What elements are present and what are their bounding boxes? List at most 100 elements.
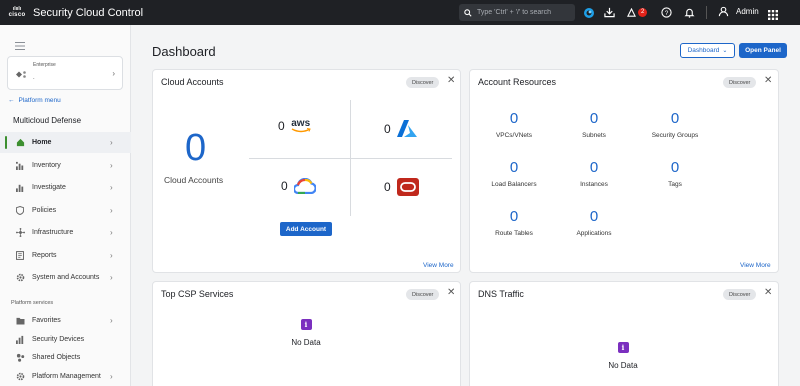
resource-stat-load-balancers[interactable]: 0 Load Balancers (474, 159, 554, 188)
nav-item-infrastructure[interactable]: Infrastructure › (0, 222, 131, 243)
chevron-right-icon: › (110, 138, 113, 147)
help-icon[interactable]: ? (661, 5, 672, 20)
cisco-logo[interactable]: ılıılı cisco (7, 7, 27, 19)
resource-stat-security-groups[interactable]: 0 Security Groups (635, 110, 715, 139)
tenant-selector[interactable]: Enterprise . › (7, 56, 123, 90)
chevron-right-icon: › (110, 372, 113, 381)
dashboard-dropdown-label: Dashboard (687, 47, 720, 54)
resource-value: 0 (589, 110, 599, 127)
notification-badge: 2 (638, 8, 648, 17)
view-more-link[interactable]: View More (740, 262, 771, 269)
close-icon[interactable]: ✕ (764, 287, 772, 298)
resource-stat-applications[interactable]: 0 Applications (554, 208, 634, 237)
chevron-right-icon: › (110, 273, 113, 282)
aws-count: 0 (278, 119, 285, 133)
azure-count: 0 (384, 121, 391, 136)
nav-item-shared-objects[interactable]: Shared Objects (0, 347, 131, 368)
nav-item-system-and-accounts[interactable]: System and Accounts › (0, 267, 131, 288)
nav-item-favorites[interactable]: Favorites › (0, 310, 131, 331)
resource-label: Instances (580, 181, 608, 188)
user-name: Admin (736, 7, 759, 16)
resource-stat-vpcs[interactable]: 0 VPCs/VNets (474, 110, 554, 139)
page-title: Dashboard (152, 44, 216, 59)
card-title: Account Resources (478, 77, 557, 87)
search-icon (464, 8, 472, 17)
resource-value: 0 (589, 208, 599, 225)
azure-account-count[interactable]: 0 (384, 120, 417, 137)
nav-item-home[interactable]: Home › (0, 132, 131, 153)
discover-button[interactable]: Discover (406, 77, 440, 88)
nav-item-label: Platform Management (32, 373, 101, 380)
resource-value: 0 (670, 159, 680, 176)
investigate-icon (15, 183, 25, 193)
resource-value: 0 (670, 110, 680, 127)
close-icon[interactable]: ✕ (764, 75, 772, 86)
network-icon (15, 228, 25, 238)
chevron-right-icon: › (112, 69, 115, 78)
nav-item-reports[interactable]: Reports › (0, 245, 131, 266)
search-input[interactable] (477, 9, 573, 16)
cloud-accounts-card: Cloud Accounts Discover ✕ View More (152, 69, 461, 273)
platform-menu-link[interactable]: ← Platform menu (8, 97, 61, 104)
card-title: DNS Traffic (478, 289, 524, 299)
nav-item-label: Shared Objects (32, 354, 81, 361)
alerts-button[interactable]: 2 (627, 5, 648, 20)
resource-label: Applications (576, 230, 612, 237)
divider (249, 158, 452, 159)
nav-item-label: Reports (32, 252, 57, 259)
nav-item-label: Home (32, 139, 52, 146)
discover-button[interactable]: Discover (723, 289, 757, 300)
open-panel-button[interactable]: Open Panel (739, 43, 787, 58)
dashboard-dropdown[interactable]: Dashboard ⌄ (680, 43, 735, 58)
nav-item-label: Infrastructure (32, 229, 74, 236)
cisco-wordmark: cisco (8, 12, 26, 18)
close-icon[interactable]: ✕ (447, 75, 455, 86)
nav-item-label: Investigate (32, 184, 66, 191)
nav-item-label: System and Accounts (32, 274, 100, 281)
resource-stat-instances[interactable]: 0 Instances (554, 159, 634, 188)
sidebar: Enterprise . › ← Platform menu Multiclou… (0, 25, 131, 386)
discover-button[interactable]: Discover (406, 289, 440, 300)
download-icon[interactable] (604, 5, 615, 20)
nav-item-label: Security Devices (32, 336, 85, 343)
section-title: Multicloud Defense (13, 116, 82, 125)
arrow-left-icon: ← (8, 97, 15, 104)
resource-value: 0 (509, 208, 519, 225)
resource-label: Security Groups (651, 132, 699, 139)
cloud-accounts-total: 0 (185, 127, 207, 169)
close-icon[interactable]: ✕ (447, 287, 455, 298)
bell-icon[interactable] (684, 5, 695, 20)
add-account-button[interactable]: Add Account (280, 222, 332, 236)
top-bar: ılıılı cisco Security Cloud Control 2 ? … (0, 0, 800, 25)
oracle-account-count[interactable]: 0 (384, 178, 419, 196)
user-menu[interactable]: Admin (718, 6, 759, 17)
report-icon (15, 251, 25, 261)
tasks-icon (627, 7, 636, 17)
discover-button[interactable]: Discover (723, 77, 757, 88)
hamburger-menu-icon[interactable] (15, 37, 25, 55)
chevron-right-icon: › (110, 206, 113, 215)
resource-stat-tags[interactable]: 0 Tags (635, 159, 715, 188)
devices-icon (15, 335, 25, 345)
tenant-value: . (33, 75, 35, 81)
chevron-right-icon: › (110, 251, 113, 260)
resource-label: Tags (668, 181, 682, 188)
gcp-count: 0 (281, 179, 288, 193)
gcp-account-count[interactable]: 0 (281, 178, 316, 194)
nav-item-investigate[interactable]: Investigate › (0, 177, 131, 198)
resource-stat-subnets[interactable]: 0 Subnets (554, 110, 634, 139)
global-search[interactable] (459, 4, 575, 21)
resource-stat-route-tables[interactable]: 0 Route Tables (474, 208, 554, 237)
no-data-text: No Data (291, 338, 321, 347)
nav-item-policies[interactable]: Policies › (0, 200, 131, 221)
azure-logo-icon (396, 120, 417, 137)
apps-grid-icon[interactable] (768, 7, 778, 25)
oci-count: 0 (384, 180, 391, 194)
ai-assistant-icon[interactable] (583, 5, 595, 20)
folder-icon (15, 316, 25, 326)
view-more-link[interactable]: View More (423, 262, 454, 269)
nav-item-inventory[interactable]: Inventory › (0, 155, 131, 176)
aws-account-count[interactable]: 0 aws (278, 119, 311, 133)
nav-item-platform-management[interactable]: Platform Management › (0, 366, 131, 386)
chevron-right-icon: › (110, 228, 113, 237)
